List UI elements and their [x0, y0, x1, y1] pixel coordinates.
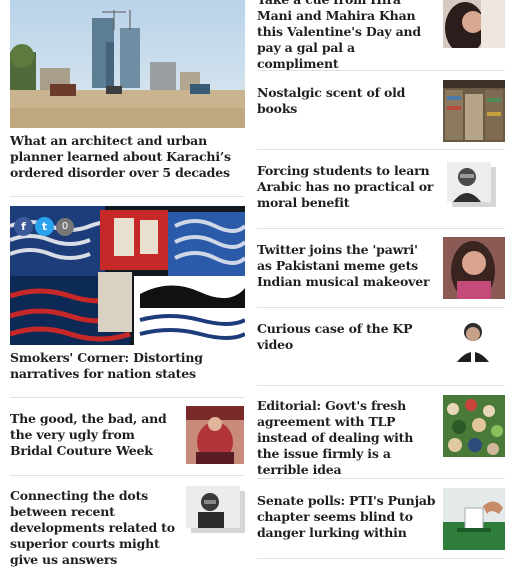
bridal-couture-thumbnail[interactable]: [186, 406, 244, 464]
article-headline[interactable]: Connecting the dots between recent devel…: [10, 488, 178, 568]
article-headline[interactable]: Smokers' Corner: Distorting narratives f…: [10, 350, 245, 382]
article-headline[interactable]: Curious case of the KP video: [257, 321, 435, 353]
divider: [257, 70, 505, 71]
article-headline[interactable]: Editorial: Govt's fresh agreement with T…: [257, 398, 435, 478]
article-headline[interactable]: Senate polls: PTI's Punjab chapter seems…: [257, 493, 439, 541]
divider: [257, 558, 505, 559]
share-count: 0: [56, 217, 74, 236]
columnist-thumbnail[interactable]: [186, 486, 240, 528]
divider: [10, 475, 245, 476]
divider: [257, 307, 505, 308]
share-widget: f t 0: [14, 217, 74, 236]
divider: [10, 196, 245, 197]
article-headline[interactable]: Forcing students to learn Arabic has no …: [257, 163, 435, 211]
tlp-protest-thumbnail[interactable]: [443, 395, 505, 457]
old-books-thumbnail[interactable]: [443, 80, 505, 142]
article-headline[interactable]: The good, the bad, and the very ugly fro…: [10, 411, 175, 459]
divider: [257, 478, 505, 479]
hira-mani-thumbnail[interactable]: [443, 0, 505, 48]
pawri-girl-thumbnail[interactable]: [443, 237, 505, 299]
columnist-thumbnail[interactable]: [453, 318, 495, 362]
divider: [257, 228, 505, 229]
divider: [10, 397, 245, 398]
facebook-share-icon[interactable]: f: [14, 217, 33, 236]
karachi-skyline-image[interactable]: [10, 0, 245, 128]
columnist-thumbnail[interactable]: [447, 162, 491, 202]
article-headline[interactable]: What an architect and urban planner lear…: [10, 133, 242, 181]
twitter-share-icon[interactable]: t: [35, 217, 54, 236]
article-headline[interactable]: Nostalgic scent of old books: [257, 85, 435, 117]
ballot-box-thumbnail[interactable]: [443, 488, 505, 550]
article-headline[interactable]: Twitter joins the 'pawri' as Pakistani m…: [257, 242, 435, 290]
smokers-corner-artwork[interactable]: f t 0: [10, 206, 245, 345]
divider: [257, 149, 505, 150]
article-headline[interactable]: Take a cue from Hira Mani and Mahira Kha…: [257, 0, 435, 72]
divider: [257, 385, 505, 386]
